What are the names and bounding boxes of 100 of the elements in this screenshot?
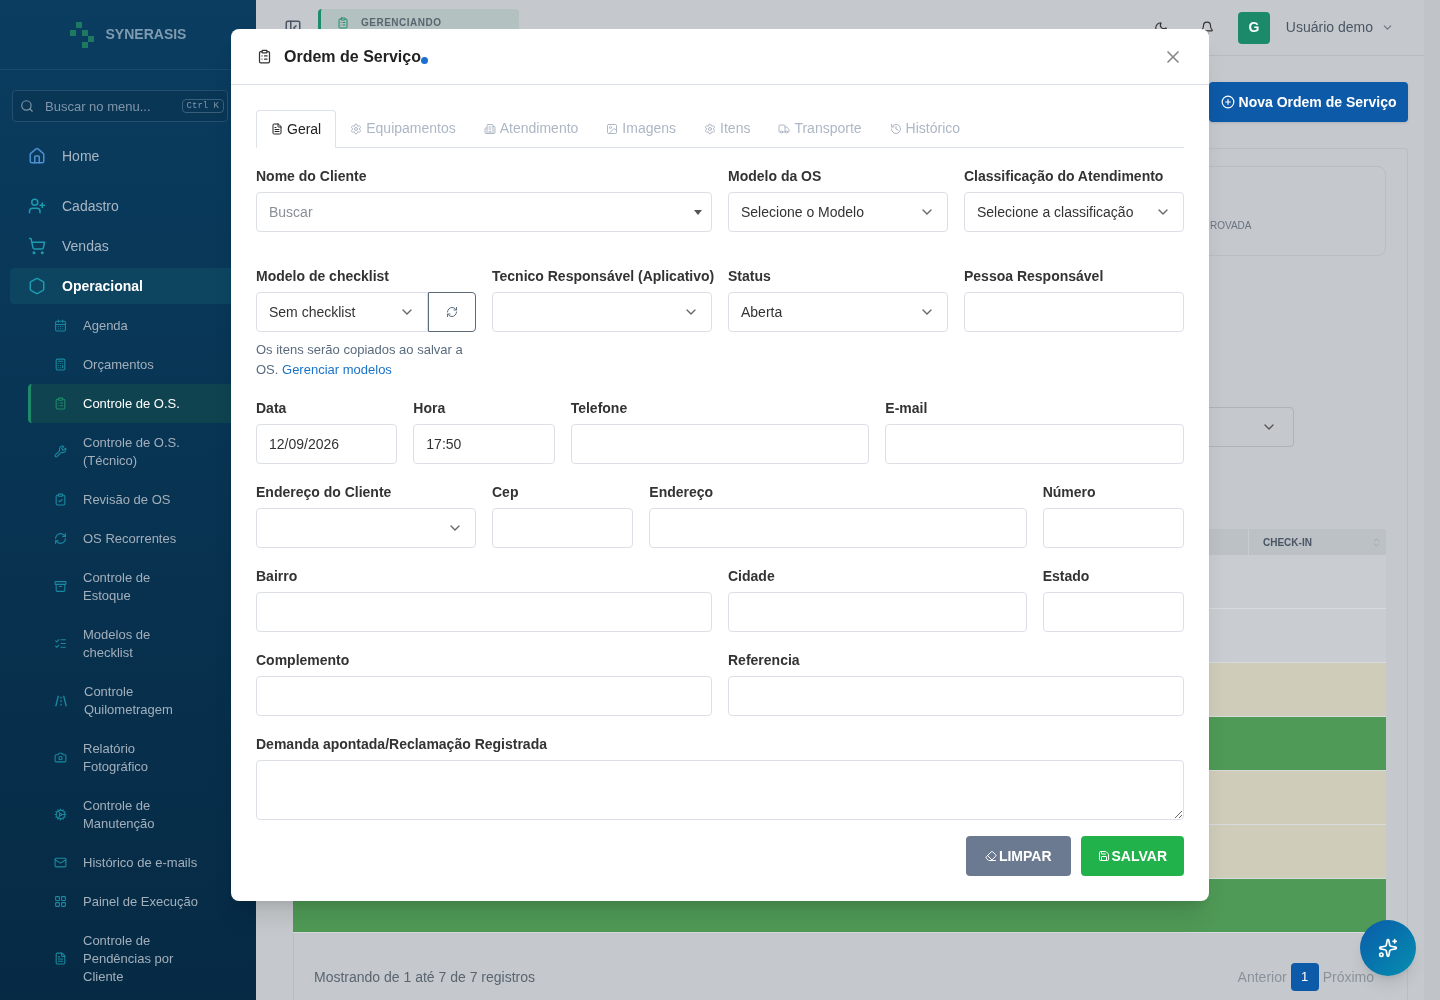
calendar-icon — [54, 319, 67, 332]
field-label: Complemento — [256, 651, 351, 670]
field-label: Hora — [413, 399, 447, 418]
field-label: E-mail — [885, 399, 929, 418]
input-field[interactable]: 12/09/2026 — [256, 424, 398, 464]
sparkles-icon — [1378, 938, 1398, 958]
home-icon — [28, 147, 46, 165]
building-icon — [483, 122, 496, 135]
clipboard-icon — [257, 49, 272, 64]
hexagon-icon — [28, 277, 46, 295]
input-field[interactable] — [256, 592, 712, 632]
input-field[interactable] — [1042, 592, 1184, 632]
caret-down-icon — [694, 210, 702, 215]
grid-icon — [54, 895, 67, 908]
gear-icon — [350, 122, 363, 135]
submenu-item[interactable]: Controle de Pendências por Cliente — [28, 921, 256, 996]
input-field[interactable] — [964, 292, 1184, 332]
submenu-item[interactable]: Agenda — [28, 306, 256, 345]
user-name[interactable]: Usuário demo — [1285, 17, 1373, 38]
wrench-icon — [54, 445, 67, 458]
document-icon — [54, 952, 67, 965]
submenu-item[interactable]: Orçamentos — [28, 345, 256, 384]
field-label: Número — [1042, 483, 1097, 502]
field-label: Estado — [1042, 567, 1091, 586]
field-label: Endereço do Cliente — [256, 483, 393, 502]
page-number[interactable]: 1 — [1290, 963, 1319, 991]
mail-icon — [54, 856, 67, 869]
client-search-field[interactable]: Buscar — [256, 192, 712, 232]
submenu-item[interactable]: Controle de Manutenção — [28, 786, 256, 843]
bell-icon[interactable] — [1199, 20, 1214, 35]
menu-item[interactable]: Home — [10, 138, 256, 174]
field-label: Telefone — [570, 399, 629, 418]
clear-button[interactable]: LIMPAR — [965, 836, 1071, 876]
cart-icon — [28, 237, 46, 255]
submenu-item[interactable]: Modelos de checklist — [28, 615, 256, 672]
select-field[interactable]: Aberta — [728, 292, 948, 332]
field-label: Pessoa Responsável — [964, 267, 1105, 286]
input-field[interactable]: 17:50 — [413, 424, 555, 464]
submenu-item[interactable]: Revisão de OS — [28, 480, 256, 519]
records-summary: Mostrando de 1 até 7 de 7 registros — [314, 967, 536, 987]
field-label: Referencia — [728, 651, 801, 670]
field-label: Bairro — [256, 567, 299, 586]
dialog-title: Ordem de Serviço — [284, 46, 421, 67]
text-area[interactable] — [256, 760, 1184, 820]
input-field[interactable] — [885, 424, 1184, 464]
logo-text: SYNERASIS — [105, 25, 187, 44]
input-field[interactable] — [492, 508, 634, 548]
eraser-icon — [984, 850, 997, 862]
tab[interactable]: Geral — [256, 110, 337, 148]
clipboard-icon — [54, 397, 67, 410]
gear-icon — [54, 808, 67, 821]
truck-icon — [778, 122, 791, 135]
document-icon — [271, 123, 283, 135]
submenu-item[interactable]: Relatório Fotográfico — [28, 729, 256, 786]
field-label: Modelo de checklist — [256, 267, 391, 286]
field-label: Demanda apontada/Reclamação Registrada — [256, 735, 548, 754]
field-label: Status — [728, 267, 772, 286]
input-field[interactable] — [570, 424, 870, 464]
checklist-icon — [54, 637, 67, 650]
submenu-item[interactable]: Histórico de e-mails — [28, 843, 256, 882]
input-field[interactable] — [728, 676, 1184, 716]
select-field[interactable]: Selecione o Modelo — [728, 192, 948, 232]
field-label: Nome do Cliente — [256, 167, 368, 186]
submenu-item[interactable]: Painel de Execução — [28, 882, 256, 921]
clipboard-check-icon — [54, 493, 67, 506]
select-field[interactable]: Selecione a classificação — [964, 192, 1184, 232]
shortcut-key: Ctrl K — [181, 99, 224, 113]
helper-text: Os itens serão copiados ao salvar a OS. Gerenciar modelos — [256, 341, 464, 379]
image-icon — [606, 122, 619, 135]
new-order-button[interactable]: Nova Ordem de Serviço — [1209, 82, 1408, 122]
input-field[interactable] — [256, 676, 712, 716]
history-icon — [889, 122, 902, 135]
input-field[interactable] — [1042, 508, 1184, 548]
select-field[interactable]: Sem checklist — [256, 292, 428, 332]
submenu-item[interactable]: OS Recorrentes — [28, 519, 256, 558]
manage-models-link[interactable]: Gerenciar modelos — [282, 362, 392, 377]
field-label: Data — [256, 399, 288, 418]
calculator-icon — [54, 358, 67, 371]
field-label: Tecnico Responsável (Aplicativo) — [492, 267, 712, 286]
field-label: Modelo da OS — [728, 167, 823, 186]
save-icon — [1097, 850, 1110, 862]
user-plus-icon — [28, 197, 46, 215]
user-avatar[interactable]: G — [1237, 11, 1270, 44]
clipboard-icon — [337, 17, 349, 29]
refresh-icon — [54, 532, 67, 545]
refresh-button[interactable] — [428, 292, 476, 332]
submenu-item[interactable]: Controle de O.S. (Técnico) — [28, 423, 256, 480]
submenu-item[interactable]: Controle Quilometragem — [28, 672, 256, 729]
refresh-icon — [446, 306, 458, 318]
field-label: Classificação do Atendimento — [964, 167, 1165, 186]
gear-icon — [704, 122, 717, 135]
submenu-item[interactable]: Controle de Estoque — [28, 558, 256, 615]
input-field[interactable] — [728, 592, 1027, 632]
road-icon — [54, 693, 68, 708]
archive-box-icon — [54, 580, 67, 593]
select-field[interactable] — [256, 508, 476, 548]
field-label: Endereço — [649, 483, 715, 502]
select-field[interactable] — [492, 292, 712, 332]
input-field[interactable] — [649, 508, 1027, 548]
field-label: Cep — [492, 483, 520, 502]
